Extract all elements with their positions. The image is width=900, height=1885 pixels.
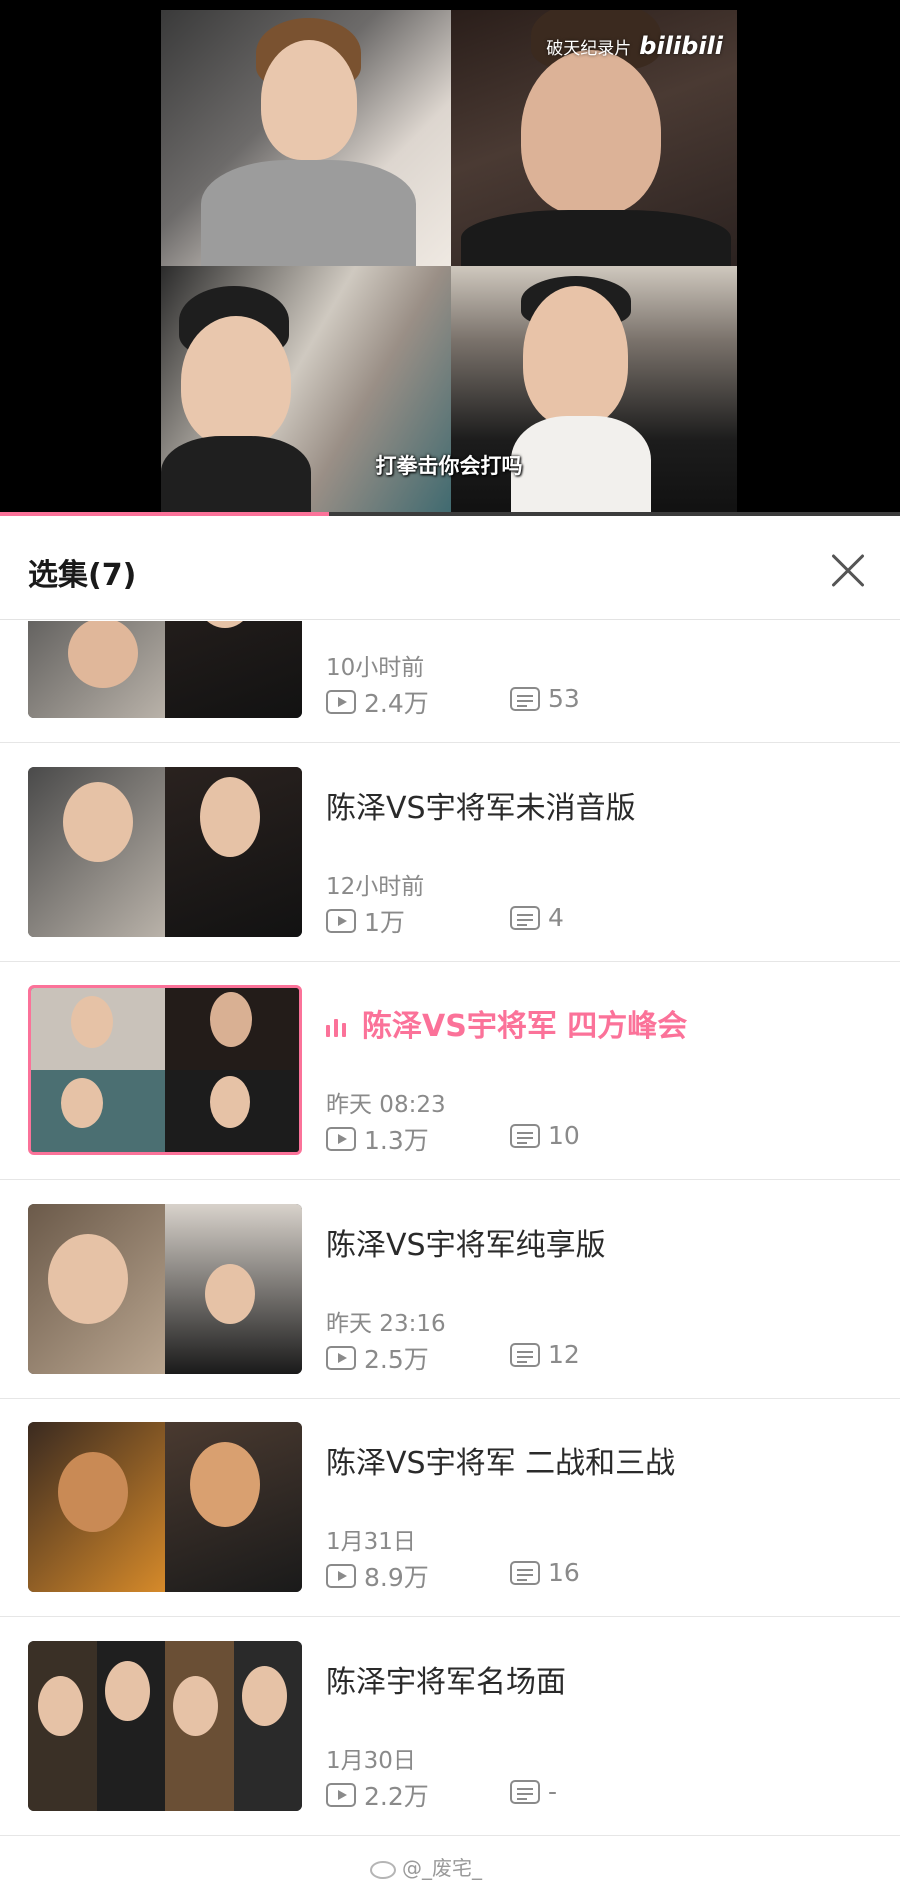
episode-thumbnail <box>28 1641 302 1811</box>
episode-item-active[interactable]: 陈泽VS宇将军 四方峰会 昨天 08:23 1.3万 10 <box>0 961 900 1180</box>
danmaku-count: 10 <box>510 1121 580 1150</box>
danmaku-icon <box>510 1123 540 1148</box>
view-count: 2.5万 <box>326 1340 429 1376</box>
episode-thumbnail <box>28 1204 302 1374</box>
episode-time: 昨天 23:16 <box>326 1311 446 1337</box>
episode-time: 10小时前 <box>326 655 425 681</box>
danmaku-icon <box>510 686 540 711</box>
episode-title: 陈泽VS宇将军 二战和三战 <box>326 1446 676 1481</box>
episode-sheet: 选集(7) 10小时前 2.4万 53 陈泽VS宇将军未消音版 12小时前 1万… <box>0 516 900 1885</box>
video-subtitle: 打拳击你会打吗 <box>375 454 523 478</box>
episode-thumbnail <box>28 767 302 937</box>
danmaku-count: 16 <box>510 1558 580 1587</box>
episode-time: 昨天 08:23 <box>326 1092 446 1118</box>
danmaku-icon <box>510 905 540 930</box>
episode-time: 1月30日 <box>326 1748 416 1774</box>
weibo-watermark: @_废宅_ <box>370 1852 482 1881</box>
episode-time: 12小时前 <box>326 874 425 900</box>
danmaku-icon <box>510 1342 540 1367</box>
view-count: 2.4万 <box>326 684 429 720</box>
danmaku-icon <box>510 1560 540 1585</box>
now-playing-icon <box>326 1017 350 1039</box>
episode-thumbnail <box>28 985 302 1155</box>
play-count-icon <box>326 690 356 714</box>
video-frame[interactable]: 破天纪录片 bilibili 打拳击你会打吗 <box>161 10 737 515</box>
episode-stats: 1.3万 10 <box>326 1121 726 1155</box>
play-count-icon <box>326 1783 356 1807</box>
play-count-icon <box>326 909 356 933</box>
danmaku-count: 12 <box>510 1340 580 1369</box>
episode-thumbnail <box>28 1422 302 1592</box>
episode-item[interactable]: 陈泽VS宇将军 二战和三战 1月31日 8.9万 16 <box>0 1398 900 1617</box>
sheet-header: 选集(7) <box>0 516 900 620</box>
view-count: 1.3万 <box>326 1121 429 1157</box>
episode-item[interactable]: 陈泽VS宇将军纯享版 昨天 23:16 2.5万 12 <box>0 1180 900 1399</box>
episode-stats: 8.9万 16 <box>326 1558 726 1592</box>
episode-item[interactable]: 陈泽VS宇将军未消音版 12小时前 1万 4 <box>0 743 900 962</box>
danmaku-count: 53 <box>510 684 580 713</box>
view-count: 1万 <box>326 903 405 939</box>
play-count-icon <box>326 1346 356 1370</box>
episode-thumbnail <box>28 621 302 718</box>
episode-item[interactable]: 10小时前 2.4万 53 <box>0 621 900 743</box>
episode-stats: 2.2万 - <box>326 1777 726 1811</box>
channel-watermark: 破天纪录片 bilibili <box>546 32 723 60</box>
view-count: 8.9万 <box>326 1558 429 1594</box>
episode-stats: 1万 4 <box>326 903 726 937</box>
bilibili-logo: bilibili <box>639 32 723 60</box>
danmaku-count: 4 <box>510 903 564 932</box>
episode-stats: 2.5万 12 <box>326 1340 726 1374</box>
episode-item[interactable]: 陈泽宇将军名场面 1月30日 2.2万 - <box>0 1617 900 1836</box>
episode-stats: 2.4万 53 <box>326 684 726 718</box>
video-tile-top-left <box>161 10 451 266</box>
play-count-icon <box>326 1564 356 1588</box>
sheet-title: 选集(7) <box>28 558 137 593</box>
close-icon[interactable] <box>830 552 866 588</box>
episode-list[interactable]: 10小时前 2.4万 53 陈泽VS宇将军未消音版 12小时前 1万 4 陈泽V… <box>0 621 900 1885</box>
episode-title: 陈泽VS宇将军纯享版 <box>326 1228 606 1263</box>
episode-title: 陈泽VS宇将军 四方峰会 <box>326 1001 687 1045</box>
view-count: 2.2万 <box>326 1777 429 1813</box>
episode-title: 陈泽VS宇将军未消音版 <box>326 791 636 826</box>
play-count-icon <box>326 1127 356 1151</box>
weibo-icon <box>370 1860 396 1879</box>
video-player[interactable]: 破天纪录片 bilibili 打拳击你会打吗 <box>0 0 900 516</box>
episode-time: 1月31日 <box>326 1529 416 1555</box>
episode-title: 陈泽宇将军名场面 <box>326 1665 566 1700</box>
danmaku-icon <box>510 1779 540 1804</box>
danmaku-count: - <box>510 1777 557 1806</box>
